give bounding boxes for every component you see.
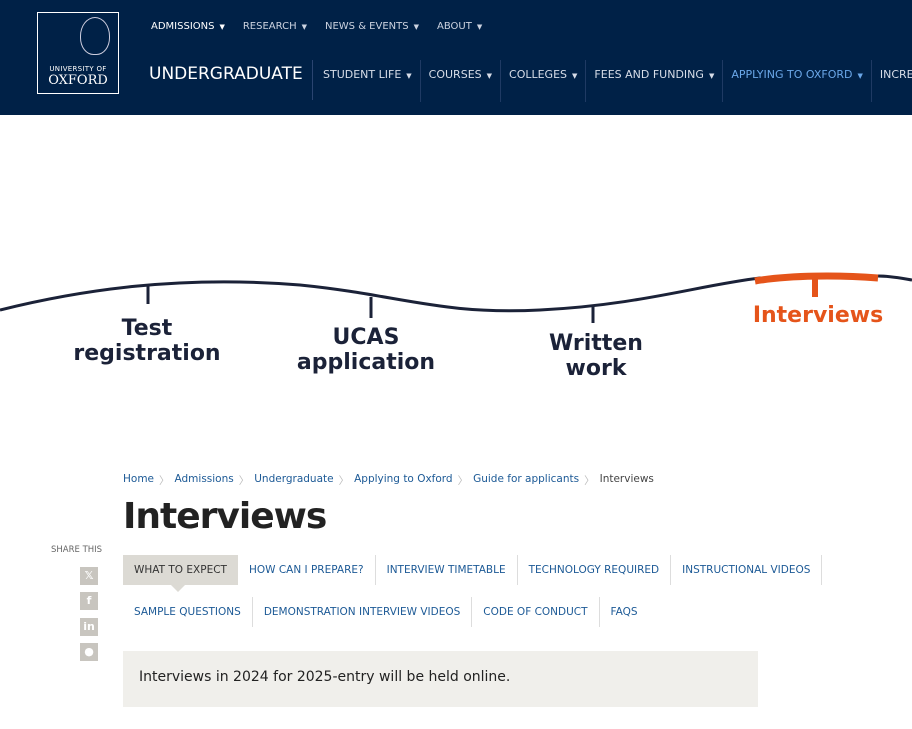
subnav-courses[interactable]: COURSES ▼	[419, 60, 500, 102]
tab-interview-timetable[interactable]: INTERVIEW TIMETABLE	[376, 555, 518, 585]
subnav-student-life[interactable]: STUDENT LIFE ▼	[315, 60, 420, 102]
breadcrumb-applying[interactable]: Applying to Oxford	[354, 473, 453, 488]
nav-admissions[interactable]: ADMISSIONS ▼	[151, 21, 225, 32]
reddit-icon[interactable]: ●	[80, 643, 98, 661]
sub-nav: STUDENT LIFE ▼ COURSES ▼ COLLEGES ▼ FEES AN…	[315, 60, 912, 102]
breadcrumb-current: Interviews	[599, 473, 654, 485]
tab-sample-questions[interactable]: SAMPLE QUESTIONS	[123, 597, 253, 627]
site-header: UNIVERSITY OF OXFORD ADMISSIONS ▼ RESEARC…	[0, 0, 912, 115]
tab-code-of-conduct[interactable]: CODE OF CONDUCT	[472, 597, 600, 627]
tab-technology-required[interactable]: TECHNOLOGY REQUIRED	[518, 555, 672, 585]
tab-how-can-i-prepare[interactable]: HOW CAN I PREPARE?	[238, 555, 376, 585]
facebook-icon[interactable]: f	[80, 592, 98, 610]
logo-text-oxford: OXFORD	[48, 73, 108, 88]
breadcrumb-guide[interactable]: Guide for applicants	[473, 473, 579, 488]
page-title: Interviews	[123, 496, 327, 537]
subnav-increasing[interactable]: INCREA	[870, 60, 912, 102]
subnav-fees[interactable]: FEES AND FUNDING ▼	[585, 60, 722, 102]
tabs-row-1: WHAT TO EXPECT HOW CAN I PREPARE? INTERV…	[123, 555, 823, 592]
nav-about[interactable]: ABOUT ▼	[437, 21, 482, 32]
share-label: SHARE THIS	[51, 545, 103, 555]
step-ucas-application[interactable]: UCAS application	[297, 325, 435, 375]
tab-demonstration-videos[interactable]: DEMONSTRATION INTERVIEW VIDEOS	[253, 597, 473, 627]
step-test-registration[interactable]: Test registration	[73, 316, 220, 366]
logo-text: UNIVERSITY OF	[49, 65, 107, 73]
tab-what-to-expect[interactable]: WHAT TO EXPECT	[123, 555, 238, 592]
tab-instructional-videos[interactable]: INSTRUCTIONAL VIDEOS	[671, 555, 823, 585]
caret-down-icon: ▼	[301, 23, 307, 31]
linkedin-icon[interactable]: in	[80, 618, 98, 636]
x-icon[interactable]: 𝕏	[80, 567, 98, 585]
breadcrumb-undergraduate[interactable]: Undergraduate	[254, 473, 333, 488]
breadcrumb-admissions[interactable]: Admissions	[175, 473, 234, 488]
top-nav: ADMISSIONS ▼ RESEARCH ▼ NEWS & EVENTS ▼ ABO…	[151, 21, 482, 32]
nav-research[interactable]: RESEARCH ▼	[243, 21, 307, 32]
crest-icon	[80, 17, 110, 55]
caret-down-icon: ▼	[413, 23, 419, 31]
subnav-applying[interactable]: APPLYING TO OXFORD ▼	[722, 60, 871, 102]
oxford-logo[interactable]: UNIVERSITY OF OXFORD	[37, 12, 119, 94]
section-title[interactable]: UNDERGRADUATE	[149, 64, 303, 84]
chevron-divider	[297, 60, 313, 100]
step-written-work[interactable]: Written work	[549, 331, 643, 381]
tab-faqs[interactable]: FAQS	[600, 597, 649, 627]
breadcrumb-home[interactable]: Home	[123, 473, 154, 488]
tabs-row-2: SAMPLE QUESTIONS DEMONSTRATION INTERVIEW…	[123, 597, 649, 627]
breadcrumb: Home 〉 Admissions 〉 Undergraduate 〉 Applyin…	[123, 473, 654, 488]
nav-news-events[interactable]: NEWS & EVENTS ▼	[325, 21, 419, 32]
subnav-colleges[interactable]: COLLEGES ▼	[500, 60, 585, 102]
step-interviews[interactable]: Interviews	[753, 303, 883, 328]
caret-down-icon: ▼	[476, 23, 483, 31]
notice-box: Interviews in 2024 for 2025-entry will b…	[123, 651, 758, 707]
caret-down-icon: ▼	[219, 23, 225, 31]
